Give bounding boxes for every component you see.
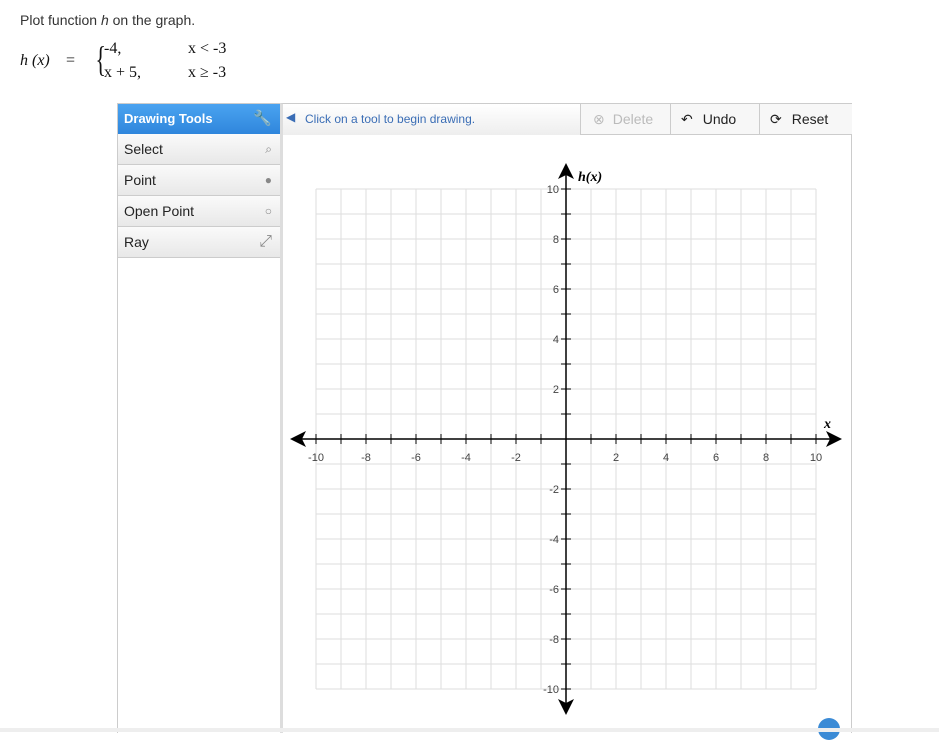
y-tick-label: -8 (549, 634, 559, 646)
y-tick-label: 4 (553, 334, 559, 346)
y-tick-label: 8 (553, 234, 559, 246)
x-tick-label: 8 (763, 452, 769, 464)
x-tick-label: -10 (308, 452, 324, 464)
x-tick-label: -6 (411, 452, 421, 464)
x-tick-label: 2 (613, 452, 619, 464)
y-tick-label: -10 (543, 684, 559, 696)
x-tick-label: -4 (461, 452, 471, 464)
x-tick-label: 6 (713, 452, 719, 464)
x-tick-label: -2 (511, 452, 521, 464)
x-axis-label: x (823, 417, 831, 432)
y-tick-label: 2 (553, 384, 559, 396)
page-footer (0, 728, 939, 732)
y-axis-label: h(x) (578, 170, 602, 185)
x-tick-label: 10 (810, 452, 822, 464)
y-tick-label: -4 (549, 534, 559, 546)
y-tick-label: 6 (553, 284, 559, 296)
x-tick-label: 4 (663, 452, 669, 464)
coordinate-plane[interactable]: -10 -10 -8 -8 -6 -6 -4 -4 -2 -2 2 2 4 4 6 6 8 8 10 10 x h(x) (0, 0, 939, 732)
x-tick-label: -8 (361, 452, 371, 464)
y-tick-label: 10 (547, 184, 559, 196)
y-tick-label: -2 (549, 484, 559, 496)
y-tick-label: -6 (549, 584, 559, 596)
